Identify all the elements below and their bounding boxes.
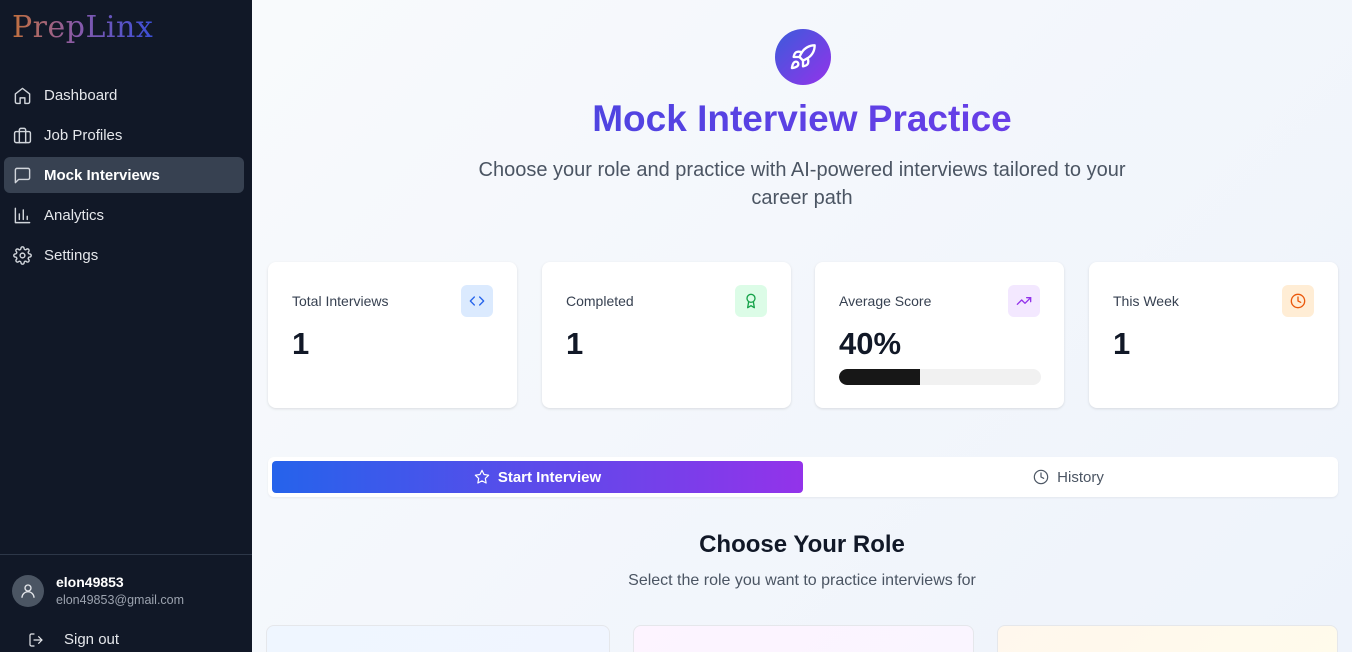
bar-chart-icon	[12, 205, 32, 225]
rocket-icon	[775, 29, 831, 85]
score-progress-bar	[839, 369, 1041, 385]
clock-icon	[1282, 285, 1314, 317]
star-icon	[474, 469, 490, 484]
stat-card-average-score: Average Score 40%	[815, 262, 1064, 408]
clock-icon	[1033, 469, 1049, 485]
sidebar: PrepLinx Dashboard Job Profiles Mock Int…	[0, 0, 252, 652]
section-subtitle: Select the role you want to practice int…	[628, 572, 976, 589]
main-content: Mock Interview Practice Choose your role…	[252, 0, 1352, 652]
role-card[interactable]	[633, 625, 974, 652]
stat-label: This Week	[1113, 293, 1179, 309]
briefcase-icon	[12, 125, 32, 145]
sidebar-item-mock-interviews[interactable]: Mock Interviews	[4, 157, 244, 193]
stat-card-completed: Completed 1	[542, 262, 791, 408]
sidebar-item-label: Job Profiles	[44, 126, 123, 144]
trending-up-icon	[1008, 285, 1040, 317]
sidebar-item-label: Analytics	[44, 206, 105, 224]
stat-value: 1	[1113, 326, 1131, 361]
signout-label: Sign out	[64, 631, 120, 648]
tab-start-interview[interactable]: Start Interview	[272, 461, 803, 493]
role-card[interactable]	[997, 625, 1338, 652]
signout-button[interactable]: Sign out	[28, 631, 119, 648]
logout-icon	[29, 632, 43, 647]
tab-label: Start Interview	[497, 468, 602, 486]
sidebar-item-label: Settings	[44, 246, 99, 264]
sidebar-item-label: Dashboard	[44, 86, 118, 104]
page-subtitle: Choose your role and practice with AI-po…	[478, 159, 1126, 209]
score-progress-fill	[839, 369, 920, 385]
stat-value: 1	[292, 326, 310, 361]
stat-label: Total Interviews	[292, 293, 389, 309]
user-email: elon49853@gmail.com	[56, 593, 185, 607]
page-title: Mock Interview Practice	[252, 98, 1352, 140]
interview-tabs: Start Interview History	[268, 457, 1338, 497]
user-icon	[21, 584, 35, 598]
sidebar-item-job-profiles[interactable]: Job Profiles	[4, 117, 244, 153]
tab-history[interactable]: History	[803, 461, 1334, 493]
stat-card-this-week: This Week 1	[1089, 262, 1338, 408]
section-title: Choose Your Role	[699, 531, 905, 558]
avatar[interactable]	[12, 575, 44, 607]
sidebar-item-dashboard[interactable]: Dashboard	[4, 77, 244, 113]
gear-icon	[12, 245, 32, 265]
sidebar-nav: Dashboard Job Profiles Mock Interviews A…	[4, 77, 244, 277]
stat-value: 1	[566, 326, 584, 361]
sidebar-item-label: Mock Interviews	[44, 166, 160, 184]
app-logo[interactable]: PrepLinx	[12, 10, 153, 45]
home-icon	[12, 85, 32, 105]
message-square-icon	[12, 165, 32, 185]
tab-label: History	[1057, 468, 1104, 486]
user-name: elon49853	[56, 574, 124, 590]
stat-label: Average Score	[839, 293, 932, 309]
stat-card-total-interviews: Total Interviews 1	[268, 262, 517, 408]
user-profile: elon49853 elon49853@gmail.com Sign out	[0, 554, 252, 652]
sidebar-item-settings[interactable]: Settings	[4, 237, 244, 273]
code-icon	[461, 285, 493, 317]
stat-label: Completed	[566, 293, 634, 309]
stat-value: 40%	[839, 326, 902, 361]
role-card[interactable]	[266, 625, 610, 652]
award-icon	[735, 285, 767, 317]
sidebar-item-analytics[interactable]: Analytics	[4, 197, 244, 233]
